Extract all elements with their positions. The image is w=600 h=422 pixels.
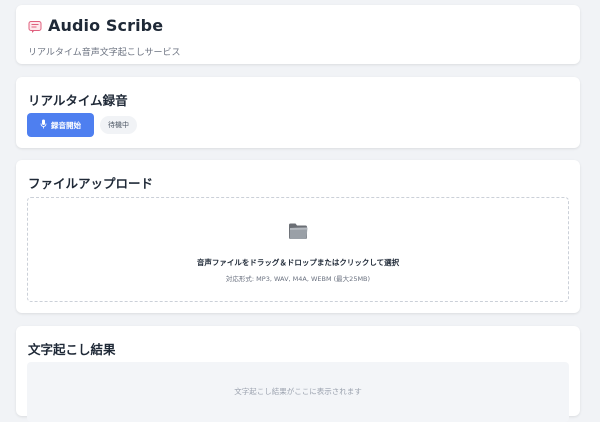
folder-icon xyxy=(287,220,309,242)
result-placeholder-text: 文字起こし結果がここに表示されます xyxy=(234,387,362,396)
app-title-row: Audio Scribe xyxy=(28,16,163,35)
status-badge: 待機中 xyxy=(100,116,137,134)
record-start-button[interactable]: 録音開始 xyxy=(27,113,94,137)
supported-formats-text: 対応形式: MP3, WAV, M4A, WEBM (最大25MB) xyxy=(225,275,371,283)
speech-bubble-icon xyxy=(28,19,42,33)
header-card: Audio Scribe リアルタイム音声文字起こしサービス xyxy=(16,5,580,64)
realtime-section-title: リアルタイム録音 xyxy=(28,93,128,108)
upload-section-title: ファイルアップロード xyxy=(28,176,154,191)
dropzone-instruction: 音声ファイルをドラッグ＆ドロップまたはクリックして選択 xyxy=(196,258,400,267)
microphone-icon xyxy=(40,119,47,131)
transcription-result-card: 文字起こし結果 文字起こし結果がここに表示されます xyxy=(16,326,580,422)
app-subtitle: リアルタイム音声文字起こしサービス xyxy=(28,48,181,58)
transcription-output-area: 文字起こし結果がここに表示されます xyxy=(27,362,569,422)
file-dropzone[interactable]: 音声ファイルをドラッグ＆ドロップまたはクリックして選択 対応形式: MP3, W… xyxy=(27,197,569,302)
app-title: Audio Scribe xyxy=(48,16,164,35)
file-upload-card: ファイルアップロード 音声ファイルをドラッグ＆ドロップまたはクリックして選択 対… xyxy=(16,160,580,313)
record-start-button-label: 録音開始 xyxy=(51,120,81,130)
realtime-recording-card: リアルタイム録音 録音開始 待機中 xyxy=(16,77,580,148)
result-section-title: 文字起こし結果 xyxy=(28,342,116,357)
